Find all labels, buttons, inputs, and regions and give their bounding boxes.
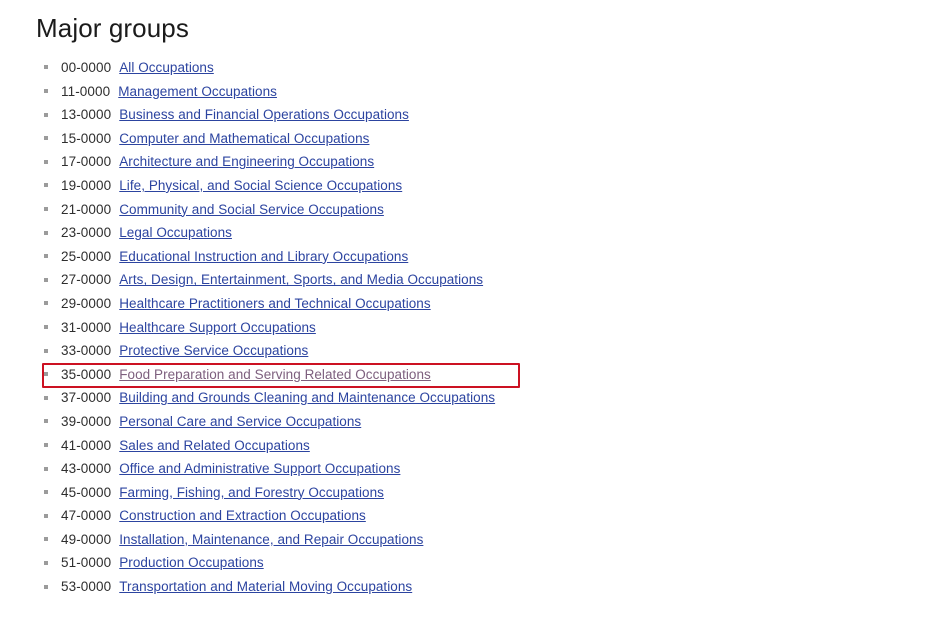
list-item: 25-0000 Educational Instruction and Libra… xyxy=(44,245,904,269)
list-item: 00-0000 All Occupations xyxy=(44,56,904,80)
occupation-group-link[interactable]: Farming, Fishing, and Forestry Occupatio… xyxy=(119,481,384,505)
list-item: 13-0000 Business and Financial Operations… xyxy=(44,103,904,127)
occupation-group-link[interactable]: Life, Physical, and Social Science Occup… xyxy=(119,174,402,198)
occupation-group-link[interactable]: Architecture and Engineering Occupations xyxy=(119,150,374,174)
occupation-group-link[interactable]: Transportation and Material Moving Occup… xyxy=(119,575,412,599)
square-bullet-icon xyxy=(44,136,48,141)
soc-code: 25-0000 xyxy=(61,248,112,264)
list-item: 19-0000 Life, Physical, and Social Scienc… xyxy=(44,174,904,198)
soc-code: 33-0000 xyxy=(61,343,112,359)
soc-code: 17-0000 xyxy=(61,154,112,170)
list-item: 45-0000 Farming, Fishing, and Forestry Oc… xyxy=(44,481,904,505)
occupation-group-link[interactable]: Sales and Related Occupations xyxy=(119,434,310,458)
list-item: 17-0000 Architecture and Engineering Occu… xyxy=(44,150,904,174)
square-bullet-icon xyxy=(44,348,48,353)
list-item: 27-0000 Arts, Design, Entertainment, Spor… xyxy=(44,268,904,292)
square-bullet-icon xyxy=(44,301,48,306)
soc-code: 27-0000 xyxy=(61,272,112,288)
soc-code: 31-0000 xyxy=(61,319,112,335)
occupation-group-link[interactable]: Food Preparation and Serving Related Occ… xyxy=(119,363,431,387)
occupation-group-link[interactable]: Protective Service Occupations xyxy=(119,339,308,363)
square-bullet-icon xyxy=(44,584,48,589)
list-item: 37-0000 Building and Grounds Cleaning and… xyxy=(44,386,904,410)
soc-code: 53-0000 xyxy=(61,579,112,595)
square-bullet-icon xyxy=(44,490,48,495)
occupation-group-link[interactable]: All Occupations xyxy=(119,56,214,80)
occupation-group-link[interactable]: Office and Administrative Support Occupa… xyxy=(119,457,400,481)
square-bullet-icon xyxy=(44,324,48,329)
soc-code: 21-0000 xyxy=(61,201,112,217)
soc-code: 51-0000 xyxy=(61,555,112,571)
soc-code: 15-0000 xyxy=(61,130,112,146)
soc-code: 11-0000 xyxy=(61,83,111,99)
square-bullet-icon xyxy=(44,183,48,188)
occupation-group-link[interactable]: Business and Financial Operations Occupa… xyxy=(119,103,409,127)
square-bullet-icon xyxy=(44,112,48,117)
list-item: 35-0000 Food Preparation and Serving Rela… xyxy=(44,363,904,387)
square-bullet-icon xyxy=(44,372,48,377)
occupation-group-link[interactable]: Management Occupations xyxy=(118,80,277,104)
occupation-group-link[interactable]: Legal Occupations xyxy=(119,221,232,245)
soc-code: 37-0000 xyxy=(61,390,112,406)
soc-code: 29-0000 xyxy=(61,295,112,311)
list-item: 53-0000 Transportation and Material Movin… xyxy=(44,575,904,599)
soc-code: 19-0000 xyxy=(61,177,112,193)
list-item: 39-0000 Personal Care and Service Occupat… xyxy=(44,410,904,434)
page-title: Major groups xyxy=(36,13,189,43)
list-item: 51-0000 Production Occupations xyxy=(44,551,904,575)
list-item: 15-0000 Computer and Mathematical Occupat… xyxy=(44,127,904,151)
soc-code: 35-0000 xyxy=(61,366,112,382)
square-bullet-icon xyxy=(44,513,48,518)
square-bullet-icon xyxy=(44,254,48,259)
list-item: 43-0000 Office and Administrative Support… xyxy=(44,457,904,481)
occupation-group-link[interactable]: Production Occupations xyxy=(119,551,263,575)
list-item: 21-0000 Community and Social Service Occu… xyxy=(44,198,904,222)
square-bullet-icon xyxy=(44,466,48,471)
soc-code: 13-0000 xyxy=(61,107,112,123)
document-page: Major groups 00-0000 All Occupations 11-00… xyxy=(0,0,941,621)
occupation-group-link[interactable]: Educational Instruction and Library Occu… xyxy=(119,245,408,269)
list-item: 11-0000 Management Occupations xyxy=(44,80,904,104)
list-item: 31-0000 Healthcare Support Occupations xyxy=(44,316,904,340)
square-bullet-icon xyxy=(44,89,48,94)
major-groups-list: 00-0000 All Occupations 11-0000 Management … xyxy=(44,56,904,599)
list-item: 29-0000 Healthcare Practitioners and Tech… xyxy=(44,292,904,316)
occupation-group-link[interactable]: Community and Social Service Occupations xyxy=(119,198,384,222)
square-bullet-icon xyxy=(44,442,48,447)
square-bullet-icon xyxy=(44,65,48,70)
list-item: 49-0000 Installation, Maintenance, and Re… xyxy=(44,528,904,552)
soc-code: 00-0000 xyxy=(61,60,112,75)
occupation-group-link[interactable]: Personal Care and Service Occupations xyxy=(119,410,361,434)
occupation-group-link[interactable]: Building and Grounds Cleaning and Mainte… xyxy=(119,386,495,410)
square-bullet-icon xyxy=(44,277,48,282)
list-item: 41-0000 Sales and Related Occupations xyxy=(44,434,904,458)
occupation-group-link[interactable]: Construction and Extraction Occupations xyxy=(119,504,366,528)
square-bullet-icon xyxy=(44,560,48,565)
soc-code: 39-0000 xyxy=(61,413,112,429)
soc-code: 43-0000 xyxy=(61,461,112,477)
soc-code: 41-0000 xyxy=(61,437,112,453)
soc-code: 23-0000 xyxy=(61,225,112,241)
square-bullet-icon xyxy=(44,419,48,424)
soc-code: 47-0000 xyxy=(61,508,112,524)
square-bullet-icon xyxy=(44,395,48,400)
square-bullet-icon xyxy=(44,207,48,211)
square-bullet-icon xyxy=(44,159,48,164)
occupation-group-link[interactable]: Healthcare Practitioners and Technical O… xyxy=(119,292,430,316)
list-item: 33-0000 Protective Service Occupations xyxy=(44,339,904,363)
occupation-group-link[interactable]: Installation, Maintenance, and Repair Oc… xyxy=(119,528,423,552)
square-bullet-icon xyxy=(44,537,48,542)
occupation-group-link[interactable]: Arts, Design, Entertainment, Sports, and… xyxy=(119,268,483,292)
square-bullet-icon xyxy=(44,230,48,235)
occupation-group-link[interactable]: Healthcare Support Occupations xyxy=(119,316,316,340)
soc-code: 49-0000 xyxy=(61,531,112,547)
soc-code: 45-0000 xyxy=(61,484,112,500)
list-item: 47-0000 Construction and Extraction Occup… xyxy=(44,504,904,528)
occupation-group-link[interactable]: Computer and Mathematical Occupations xyxy=(119,127,369,151)
list-item: 23-0000 Legal Occupations xyxy=(44,221,904,245)
